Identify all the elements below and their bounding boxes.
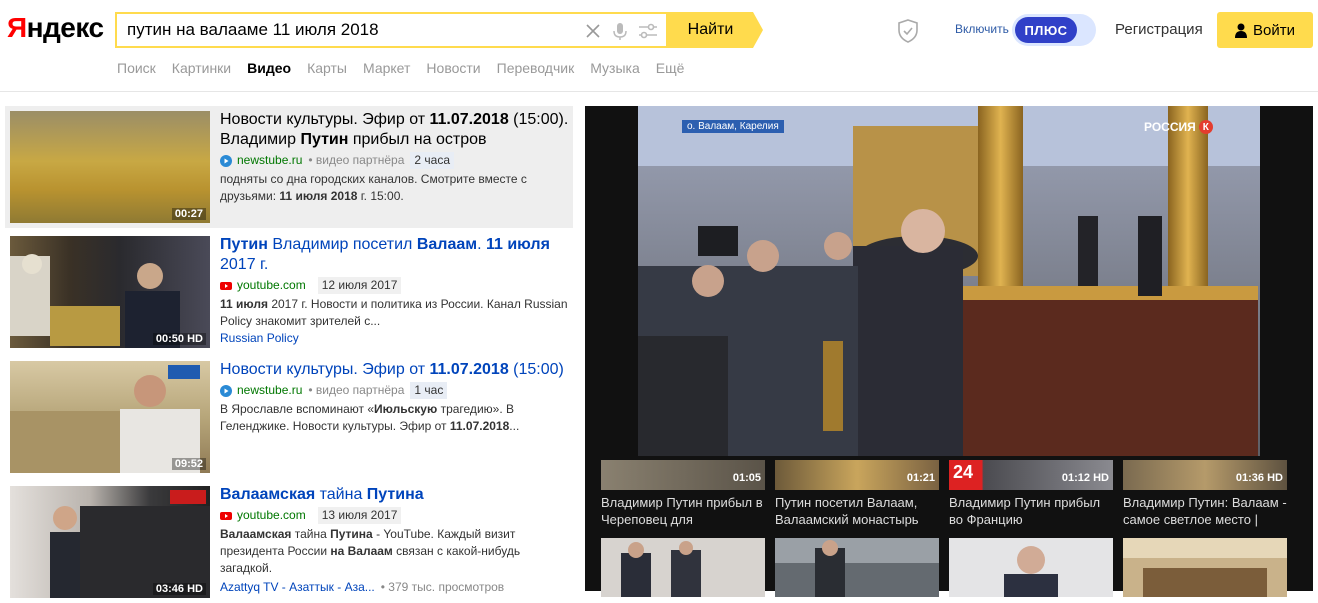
header: Яндекс Найти Включить ПЛЮС Регистрация — [0, 0, 1318, 92]
login-button[interactable]: Войти — [1217, 12, 1313, 48]
video-result[interactable]: 00:50 HD Путин Владимир посетил Валаам. … — [5, 231, 573, 353]
nav-music[interactable]: Музыка — [590, 60, 640, 76]
channel-logo-text: РОССИЯ — [1144, 120, 1196, 134]
video-player[interactable]: о. Валаам, Карелия РОССИЯ К 01:05 Владим… — [585, 106, 1313, 597]
related-title[interactable]: Владимир Путин прибыл во Францию — [949, 494, 1117, 528]
duration-badge: 01:12 HD — [1061, 472, 1109, 484]
video-description: В Ярославле вспоминают «Июльскую трагеди… — [220, 402, 520, 433]
video-frame-image — [638, 106, 1260, 456]
related-title[interactable]: Владимир Путин прибыл в Череповец для — [601, 494, 769, 528]
microphone-icon[interactable] — [609, 20, 631, 42]
thumbnail-image — [10, 254, 180, 348]
video-meta: youtube.com 13 июля 2017 — [220, 507, 570, 524]
register-link[interactable]: Регистрация — [1115, 21, 1203, 38]
video-thumbnail[interactable]: 00:50 HD — [10, 236, 210, 348]
logo-letter: Я — [7, 12, 27, 43]
age-badge: 1 час — [410, 382, 448, 399]
channel-logo-k: К — [1198, 120, 1213, 134]
duration-badge: 09:52 — [171, 458, 206, 470]
thumbnail-image — [601, 538, 765, 597]
find-button[interactable]: Найти — [668, 12, 763, 48]
nav-news[interactable]: Новости — [426, 60, 480, 76]
video-result[interactable]: 03:46 HD Валаамская тайна Путина youtube… — [5, 481, 573, 603]
date-badge: 12 июля 2017 — [317, 277, 402, 294]
age-badge: 2 часа — [410, 152, 455, 169]
source-host[interactable]: youtube.com — [237, 277, 306, 294]
video-frame[interactable]: о. Валаам, Карелия РОССИЯ К — [638, 106, 1260, 456]
youtube-icon — [220, 511, 232, 520]
related-thumbnail[interactable] — [949, 538, 1113, 597]
video-description: подняты со дна городских каналов. Смотри… — [220, 172, 527, 203]
channel-24-badge: 24 — [953, 462, 974, 482]
related-thumbnail[interactable] — [601, 538, 765, 597]
video-description: 11 июля 2017 г. Новости и политика из Ро… — [220, 297, 568, 328]
channel-link[interactable]: Russian Policy — [220, 330, 570, 347]
related-title[interactable]: Владимир Путин: Валаам - самое светлое м… — [1123, 494, 1291, 528]
source-host[interactable]: youtube.com — [237, 507, 306, 524]
source-host[interactable]: newstube.ru — [237, 382, 302, 399]
user-icon — [1235, 23, 1247, 38]
video-title[interactable]: Путин Владимир посетил Валаам. 11 июля 2… — [220, 235, 570, 275]
video-meta: newstube.ru • видео партнёра 2 часа — [220, 152, 570, 169]
video-description: Валаамская тайна Путина - YouTube. Кажды… — [220, 527, 521, 575]
duration-badge: 01:05 — [732, 472, 761, 484]
channel-link[interactable]: Azattyq TV - Азаттык - Аза... — [220, 579, 375, 596]
clear-icon[interactable] — [582, 20, 604, 42]
location-caption: о. Валаам, Карелия — [682, 120, 784, 133]
video-meta: youtube.com 12 июля 2017 — [220, 277, 570, 294]
duration-badge: 00:50 HD — [152, 333, 206, 345]
duration-badge: 01:21 — [906, 472, 935, 484]
shield-icon[interactable] — [896, 18, 920, 44]
views-count: • 379 тыс. просмотров — [380, 580, 505, 594]
logo-text: ндекс — [26, 12, 104, 43]
duration-badge: 01:36 HD — [1235, 472, 1283, 484]
thumbnail-image — [10, 365, 200, 473]
thumbnail-image — [775, 538, 939, 597]
search-box — [115, 12, 668, 48]
source-host[interactable]: newstube.ru — [237, 152, 302, 169]
youtube-icon — [220, 281, 232, 290]
video-result[interactable]: 00:27 Новости культуры. Эфир от 11.07.20… — [5, 106, 573, 228]
duration-badge: 03:46 HD — [152, 583, 206, 595]
newstube-icon — [220, 154, 232, 167]
video-title[interactable]: Новости культуры. Эфир от 11.07.2018 (15… — [220, 360, 570, 380]
video-thumbnail[interactable]: 03:46 HD — [10, 486, 210, 598]
service-nav: Поиск Картинки Видео Карты Маркет Новост… — [117, 60, 684, 76]
video-title[interactable]: Новости культуры. Эфир от 11.07.2018 (15… — [220, 110, 570, 150]
plus-toggle[interactable]: ПЛЮС — [1012, 14, 1096, 46]
video-meta: newstube.ru • видео партнёра 1 час — [220, 382, 570, 399]
video-result[interactable]: 09:52 Новости культуры. Эфир от 11.07.20… — [5, 356, 573, 478]
nav-translate[interactable]: Переводчик — [497, 60, 575, 76]
thumbnail-image — [50, 490, 210, 598]
plus-enable-link[interactable]: Включить — [955, 22, 1009, 36]
newstube-icon — [220, 384, 232, 397]
search-bar: Найти — [115, 12, 763, 48]
search-settings-icon[interactable] — [637, 20, 659, 42]
nav-more[interactable]: Ещё — [656, 60, 685, 76]
date-badge: 13 июля 2017 — [317, 507, 402, 524]
video-thumbnail[interactable]: 00:27 — [10, 111, 210, 223]
video-thumbnail[interactable]: 09:52 — [10, 361, 210, 473]
related-title[interactable]: Путин посетил Валаам, Валаамский монасты… — [775, 494, 943, 528]
channel-logo: РОССИЯ К — [1144, 120, 1213, 134]
nav-search[interactable]: Поиск — [117, 60, 156, 76]
search-input[interactable] — [127, 14, 577, 46]
login-label: Войти — [1253, 21, 1295, 39]
nav-images[interactable]: Картинки — [172, 60, 231, 76]
video-meta-channel: Azattyq TV - Азаттык - Аза... • 379 тыс.… — [220, 579, 570, 596]
related-thumbnail[interactable] — [775, 538, 939, 597]
yandex-logo[interactable]: Яндекс — [7, 12, 104, 44]
duration-badge: 00:27 — [171, 208, 206, 220]
plus-label: ПЛЮС — [1015, 17, 1077, 43]
partner-label: • видео партнёра — [308, 383, 405, 397]
nav-maps[interactable]: Карты — [307, 60, 347, 76]
nav-video[interactable]: Видео — [247, 60, 291, 76]
video-title[interactable]: Валаамская тайна Путина — [220, 485, 570, 505]
related-thumbnail[interactable] — [1123, 538, 1287, 597]
nav-market[interactable]: Маркет — [363, 60, 410, 76]
partner-label: • видео партнёра — [308, 153, 405, 167]
thumbnail-image — [1123, 538, 1287, 597]
thumbnail-image — [949, 538, 1113, 597]
